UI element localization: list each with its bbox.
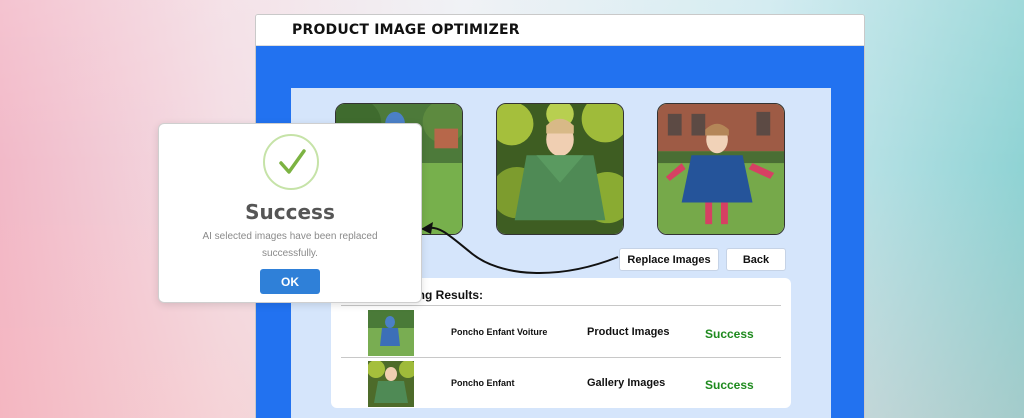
divider xyxy=(341,357,781,358)
ok-button[interactable]: OK xyxy=(260,269,320,294)
row-product-name: Poncho Enfant xyxy=(451,378,515,388)
product-image-thumbnail-2[interactable] xyxy=(496,103,624,235)
row-thumbnail xyxy=(368,310,414,356)
poncho-photo-2 xyxy=(497,104,623,234)
success-modal: Success AI selected images have been rep… xyxy=(158,123,422,303)
row-image-type: Gallery Images xyxy=(587,377,666,389)
row-status: Success xyxy=(705,378,754,392)
modal-message-line-2: successfully. xyxy=(262,248,318,259)
divider xyxy=(341,305,781,306)
table-row[interactable]: Poncho Enfant Voiture Product Images Suc… xyxy=(331,308,791,356)
back-button[interactable]: Back xyxy=(726,248,786,271)
success-badge xyxy=(263,134,319,190)
row-thumbnail xyxy=(368,361,414,407)
row-image-type: Product Images xyxy=(587,326,670,338)
check-icon xyxy=(279,149,306,174)
replace-images-button[interactable]: Replace Images xyxy=(619,248,719,271)
row-status: Success xyxy=(705,327,754,341)
modal-title: Success xyxy=(245,200,335,224)
app-title: PRODUCT IMAGE OPTIMIZER xyxy=(292,22,520,38)
product-image-thumbnail-3[interactable] xyxy=(657,103,785,235)
row-product-name: Poncho Enfant Voiture xyxy=(451,327,548,337)
app-header: PRODUCT IMAGE OPTIMIZER xyxy=(256,15,864,46)
modal-message-line-1: AI selected images have been replaced xyxy=(202,231,378,242)
table-row[interactable]: Poncho Enfant Gallery Images Success xyxy=(331,359,791,407)
poncho-photo-3 xyxy=(658,104,784,234)
modal-message: AI selected images have been replaced su… xyxy=(189,228,391,262)
